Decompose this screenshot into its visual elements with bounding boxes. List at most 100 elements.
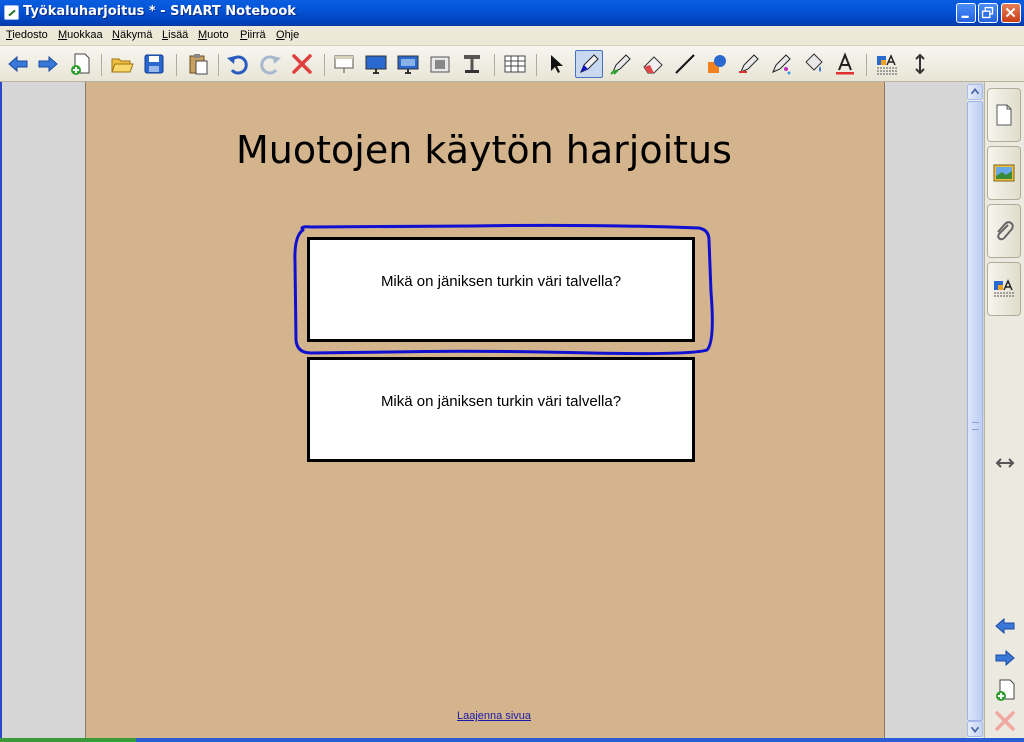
move-toolbar-button[interactable]	[906, 50, 934, 78]
back-icon	[8, 55, 28, 73]
taskbar	[0, 738, 1024, 742]
properties-button[interactable]	[873, 50, 901, 78]
restore-icon	[981, 6, 994, 19]
question-box-1[interactable]: Mikä on jäniksen turkin väri talvella?	[307, 237, 695, 342]
document-camera-button[interactable]	[458, 50, 486, 78]
open-folder-icon	[111, 58, 134, 73]
attachments-tab[interactable]	[987, 204, 1021, 258]
line-button[interactable]	[671, 50, 699, 78]
next-page-icon	[995, 649, 1015, 667]
page-title[interactable]: Muotojen käytön harjoitus	[236, 128, 732, 172]
capture-icon	[430, 56, 450, 73]
pen-button[interactable]	[575, 50, 603, 78]
pen-icon	[580, 54, 599, 73]
save-button[interactable]	[140, 50, 168, 78]
back-button[interactable]	[4, 50, 32, 78]
toolbar-separator	[866, 54, 867, 76]
expand-page-link[interactable]: Laajenna sivua	[457, 710, 531, 722]
shapes-button[interactable]	[703, 50, 731, 78]
gallery-tab[interactable]	[987, 146, 1021, 200]
previous-page-button[interactable]	[992, 613, 1018, 639]
move-sidebar-button[interactable]	[992, 450, 1018, 476]
scroll-up-arrow[interactable]	[967, 84, 983, 100]
toolbar	[0, 46, 1024, 82]
menu-help[interactable]: Ohje	[276, 29, 299, 41]
undo-icon	[227, 55, 248, 75]
paste-button[interactable]	[184, 50, 212, 78]
select-icon	[551, 55, 563, 73]
vertical-scrollbar[interactable]	[966, 84, 983, 738]
undo-button[interactable]	[224, 50, 252, 78]
fill-button[interactable]	[799, 50, 827, 78]
delete-icon	[292, 54, 312, 74]
open-button[interactable]	[108, 50, 136, 78]
previous-page-icon	[995, 617, 1015, 635]
properties-tab[interactable]	[987, 262, 1021, 316]
shapes-icon	[708, 55, 726, 73]
menu-format[interactable]: Muoto	[198, 29, 229, 41]
delete-page-button[interactable]	[992, 708, 1018, 734]
add-page-button[interactable]	[992, 677, 1018, 703]
menu-draw[interactable]: Piirrä	[240, 29, 266, 41]
menu-file[interactable]: Tiedosto	[6, 29, 48, 41]
full-screen-button[interactable]	[362, 50, 390, 78]
workspace: Muotojen käytön harjoitus Mikä on jäniks…	[0, 82, 984, 738]
toolbar-separator	[536, 54, 537, 76]
side-panel	[984, 82, 1024, 738]
creative-pen-icon	[610, 54, 631, 75]
toolbar-separator	[176, 54, 177, 76]
smart-notebook-icon	[4, 5, 19, 20]
close-button[interactable]	[1001, 3, 1021, 23]
menu-view[interactable]: Näkymä	[112, 29, 152, 41]
full-screen-icon	[365, 55, 387, 74]
question-text-1: Mikä on jäniksen turkin väri talvella?	[380, 273, 622, 290]
scroll-down-arrow[interactable]	[967, 721, 983, 737]
text-icon	[836, 52, 854, 75]
add-page-button[interactable]	[66, 50, 94, 78]
highlighter-icon	[772, 54, 791, 75]
restore-button[interactable]	[978, 3, 998, 23]
chevron-down-icon	[970, 726, 980, 734]
screen-shade-icon	[334, 55, 354, 73]
screen-shade-button[interactable]	[330, 50, 358, 78]
eraser-button[interactable]	[639, 50, 667, 78]
toolbar-separator	[218, 54, 219, 76]
scroll-grip	[972, 422, 979, 430]
creative-pen-button[interactable]	[607, 50, 635, 78]
toolbar-separator	[494, 54, 495, 76]
window-title: Työkaluharjoitus * - SMART Notebook	[23, 4, 296, 19]
highlighter-button[interactable]	[767, 50, 795, 78]
minimize-button[interactable]	[956, 3, 976, 23]
magic-pen-button[interactable]	[735, 50, 763, 78]
table-icon	[504, 55, 526, 73]
menu-insert[interactable]: Lisää	[162, 29, 188, 41]
delete-button[interactable]	[288, 50, 316, 78]
toolbar-separator	[101, 54, 102, 76]
document-camera-icon	[464, 55, 480, 73]
minimize-icon	[961, 15, 969, 18]
forward-button[interactable]	[34, 50, 62, 78]
eraser-icon	[643, 56, 663, 74]
select-button[interactable]	[543, 50, 571, 78]
page-sorter-tab[interactable]	[987, 88, 1021, 142]
notebook-page[interactable]: Muotojen käytön harjoitus Mikä on jäniks…	[85, 82, 885, 738]
start-button[interactable]	[0, 738, 136, 742]
dual-display-button[interactable]	[394, 50, 422, 78]
capture-button[interactable]	[426, 50, 454, 78]
table-button[interactable]	[501, 50, 529, 78]
redo-button[interactable]	[256, 50, 284, 78]
scroll-thumb[interactable]	[967, 101, 983, 721]
redo-icon	[260, 55, 281, 75]
magic-pen-icon	[739, 54, 759, 73]
save-icon	[144, 54, 164, 74]
title-bar: Työkaluharjoitus * - SMART Notebook	[0, 0, 1024, 26]
dual-display-icon	[397, 55, 419, 74]
next-page-button[interactable]	[992, 645, 1018, 671]
question-box-2[interactable]: Mikä on jäniksen turkin väri talvella?	[307, 357, 695, 462]
properties-icon	[994, 279, 1014, 297]
menu-edit[interactable]: Muokkaa	[58, 29, 103, 41]
delete-icon	[995, 711, 1015, 731]
move-toolbar-icon	[915, 53, 925, 75]
menu-bar: Tiedosto Muokkaa Näkymä Lisää Muoto Piir…	[0, 26, 1024, 46]
text-button[interactable]	[831, 50, 859, 78]
